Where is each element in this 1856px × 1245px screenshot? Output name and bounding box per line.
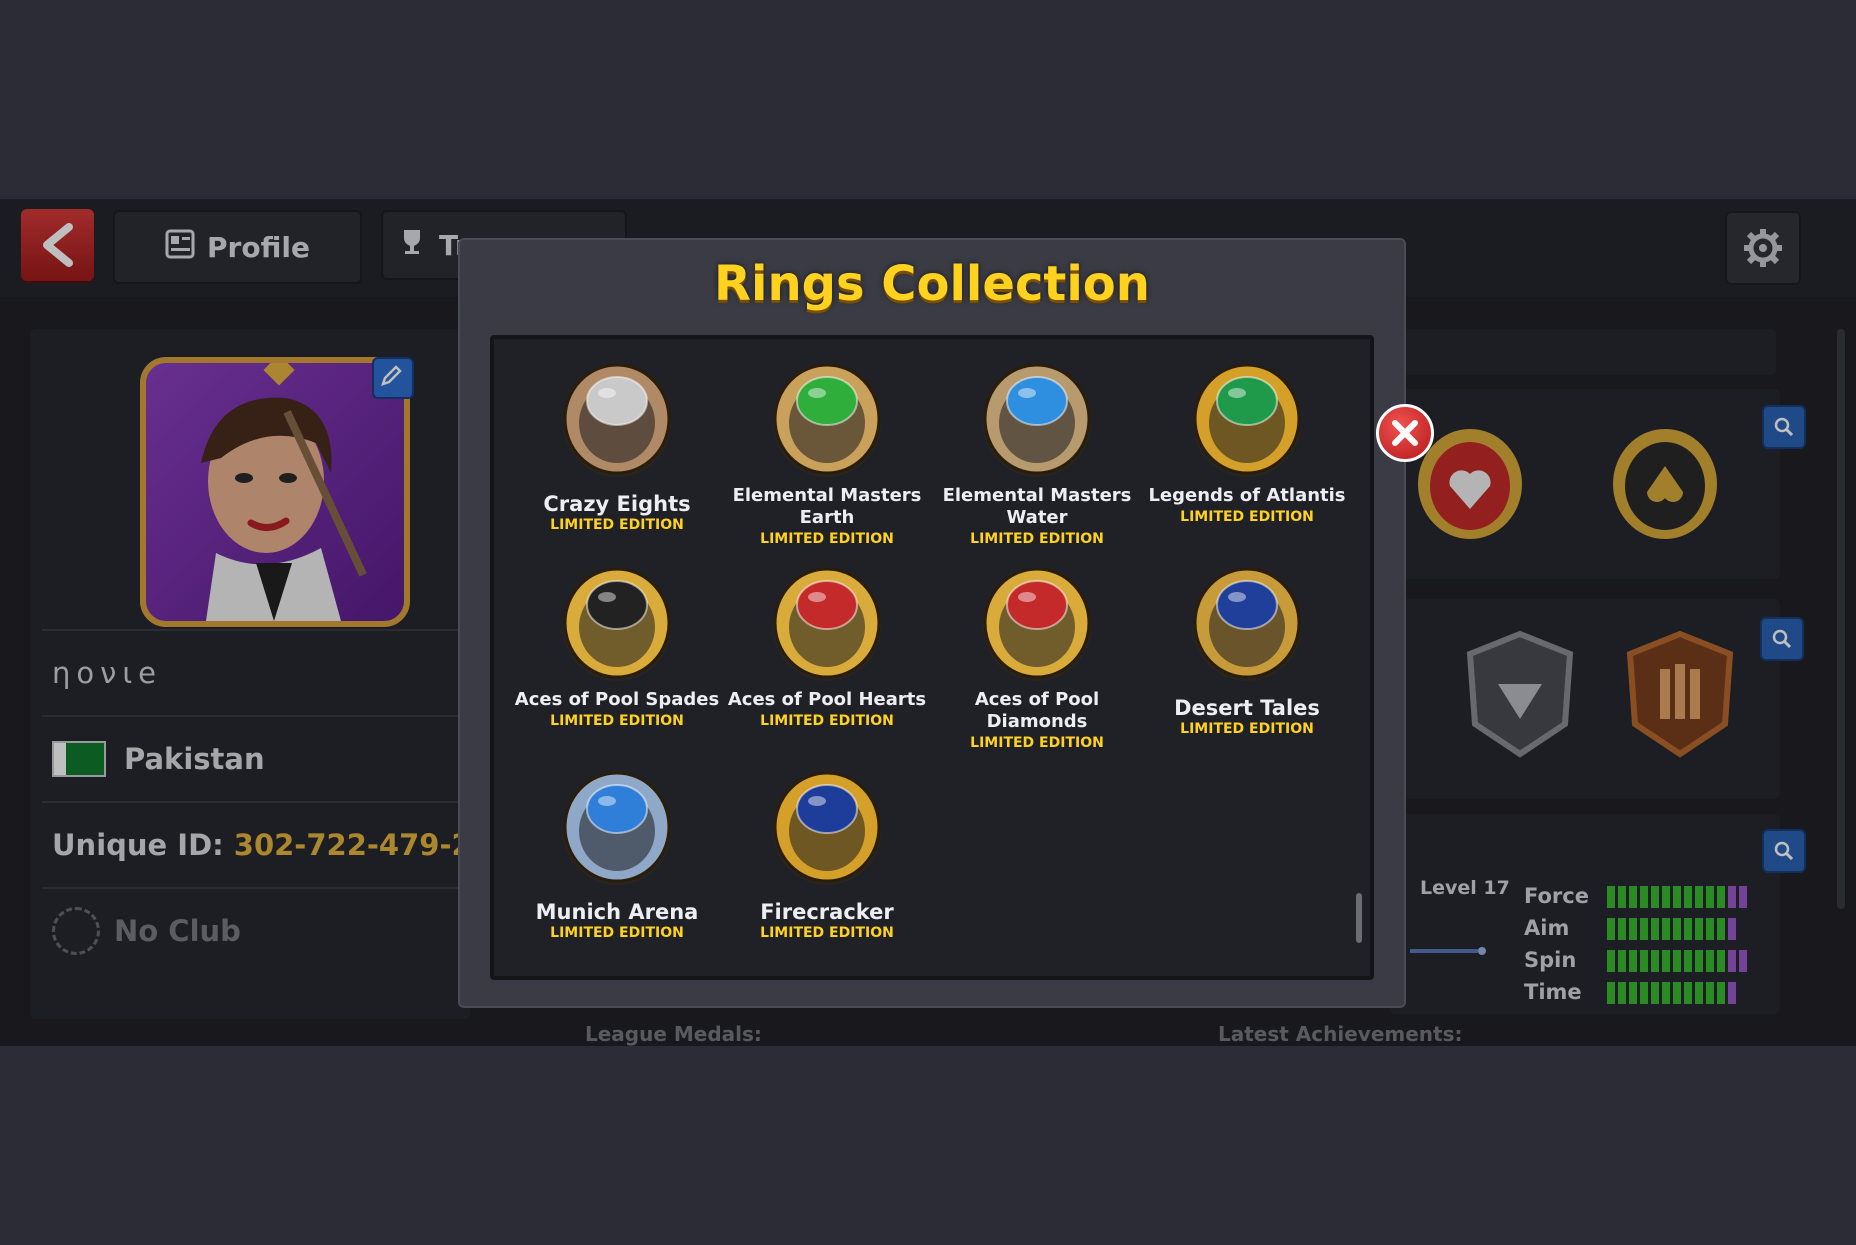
bottom-letterbox	[0, 1046, 1856, 1245]
ring-item-aces-of-pool-hearts[interactable]: Aces of Pool Hearts LIMITED EDITION	[722, 561, 932, 761]
rings-grid: Crazy Eights LIMITED EDITION Elemental Mas…	[490, 335, 1374, 980]
ring-edition: LIMITED EDITION	[1180, 721, 1314, 737]
ring-icon	[563, 771, 671, 885]
ring-edition: LIMITED EDITION	[550, 517, 684, 533]
ring-name: Aces of Pool Diamonds	[974, 689, 1100, 732]
ring-edition: LIMITED EDITION	[550, 925, 684, 941]
rings-scrollbar[interactable]	[1356, 893, 1362, 943]
top-letterbox	[0, 0, 1856, 199]
ring-edition: LIMITED EDITION	[760, 713, 894, 729]
close-dialog-button[interactable]	[1376, 404, 1434, 462]
ring-item-elemental-masters-water[interactable]: Elemental Masters Water LIMITED EDITION	[932, 357, 1142, 557]
dialog-title: Rings Collection	[714, 256, 1150, 312]
ring-icon	[983, 363, 1091, 477]
close-icon	[1392, 420, 1418, 446]
ring-name: Firecracker	[760, 900, 894, 924]
ring-edition: LIMITED EDITION	[760, 925, 894, 941]
ring-item-aces-of-pool-spades[interactable]: Aces of Pool Spades LIMITED EDITION	[512, 561, 722, 761]
ring-icon	[563, 363, 671, 477]
ring-icon	[773, 363, 881, 477]
ring-icon	[563, 567, 671, 681]
ring-item-firecracker[interactable]: Firecracker LIMITED EDITION	[722, 765, 932, 965]
ring-edition: LIMITED EDITION	[970, 735, 1104, 751]
ring-name: Aces of Pool Hearts	[727, 689, 927, 710]
ring-icon	[773, 771, 881, 885]
ring-icon	[1193, 567, 1301, 681]
ring-item-crazy-eights[interactable]: Crazy Eights LIMITED EDITION	[512, 357, 722, 557]
rings-collection-dialog: Rings Collection Crazy Eights LIMITED EDI…	[458, 238, 1406, 1008]
game-screen: Profile Tr ηονιe Pakistan Unique ID: 302…	[0, 199, 1856, 1046]
ring-name: Crazy Eights	[543, 492, 691, 516]
ring-edition: LIMITED EDITION	[760, 531, 894, 547]
ring-item-munich-arena[interactable]: Munich Arena LIMITED EDITION	[512, 765, 722, 965]
ring-name: Legends of Atlantis	[1148, 485, 1346, 506]
ring-icon	[1193, 363, 1301, 477]
ring-icon	[983, 567, 1091, 681]
ring-name: Elemental Masters Water	[942, 485, 1132, 528]
ring-name: Elemental Masters Earth	[732, 485, 922, 528]
ring-name: Desert Tales	[1174, 696, 1320, 720]
ring-item-aces-of-pool-diamonds[interactable]: Aces of Pool Diamonds LIMITED EDITION	[932, 561, 1142, 761]
ring-name: Aces of Pool Spades	[514, 689, 720, 710]
ring-item-elemental-masters-earth[interactable]: Elemental Masters Earth LIMITED EDITION	[722, 357, 932, 557]
ring-edition: LIMITED EDITION	[1180, 509, 1314, 525]
ring-item-desert-tales[interactable]: Desert Tales LIMITED EDITION	[1142, 561, 1352, 761]
ring-edition: LIMITED EDITION	[970, 531, 1104, 547]
ring-item-legends-of-atlantis[interactable]: Legends of Atlantis LIMITED EDITION	[1142, 357, 1352, 557]
ring-icon	[773, 567, 881, 681]
ring-name: Munich Arena	[535, 900, 699, 924]
ring-edition: LIMITED EDITION	[550, 713, 684, 729]
